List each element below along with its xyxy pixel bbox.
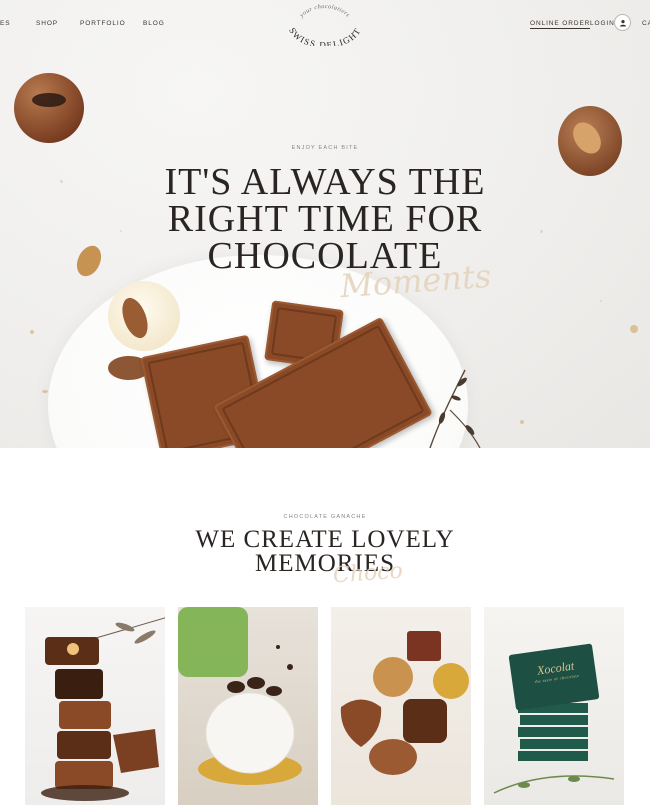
section-script-text: Choco <box>332 558 404 589</box>
logo-tagline: your chocolatiers <box>299 4 351 19</box>
speck <box>30 330 34 334</box>
hero-title: IT'S ALWAYS THE RIGHT TIME FOR CHOCOLATE <box>0 161 650 277</box>
hero-title-line: RIGHT TIME FOR <box>167 198 483 240</box>
gallery-card-stacked-cups[interactable] <box>25 607 165 805</box>
stacked-cups-image <box>41 617 165 801</box>
login-link[interactable]: LOGIN <box>590 20 615 27</box>
gallery-card-dome-cake[interactable] <box>178 607 318 805</box>
online-order-link[interactable]: ONLINE ORDER <box>530 20 591 29</box>
dome-cake-image <box>178 607 302 785</box>
hero-section: ES SHOP PORTFOLIO BLOG ONLINE ORDER LOGI… <box>0 0 650 448</box>
section-title-line: MEMORIES <box>255 550 395 577</box>
hero-title-line: IT'S ALWAYS THE <box>164 161 486 203</box>
white-bonbon-image <box>108 281 180 351</box>
user-icon[interactable] <box>614 14 631 31</box>
logo-name: SWISS DELIGHT <box>287 26 363 46</box>
nav-item-stories[interactable]: ES <box>0 20 10 27</box>
site-logo[interactable]: your chocolatiers SWISS DELIGHT <box>280 2 370 50</box>
gallery-card-assorted-pralines[interactable] <box>331 607 471 805</box>
speck <box>630 325 638 333</box>
top-nav: ES SHOP PORTFOLIO BLOG ONLINE ORDER LOGI… <box>0 0 650 50</box>
branch-icon <box>429 369 481 448</box>
hero-title-line: CHOCOLATE <box>207 235 443 277</box>
speck <box>520 420 524 424</box>
truffle-image <box>14 73 84 143</box>
section-title-line: WE CREATE LOVELY <box>195 526 455 553</box>
section-title: WE CREATE LOVELY MEMORIES <box>0 526 650 577</box>
speck <box>600 300 602 302</box>
section-eyebrow: CHOCOLATE GANACHE <box>283 514 367 520</box>
xocolat-bars-image <box>493 643 615 794</box>
hero-eyebrow: ENJOY EACH BITE <box>291 145 359 151</box>
nav-item-portfolio[interactable]: PORTFOLIO <box>80 20 126 27</box>
assorted-pralines-image <box>340 631 469 775</box>
gallery-card-xocolat-bars[interactable]: Xocolat the taste of chocolate <box>484 607 624 805</box>
nav-item-blog[interactable]: BLOG <box>143 20 165 27</box>
cart-link[interactable]: CA <box>642 20 650 27</box>
nav-item-shop[interactable]: SHOP <box>36 20 58 27</box>
speck <box>42 390 48 393</box>
